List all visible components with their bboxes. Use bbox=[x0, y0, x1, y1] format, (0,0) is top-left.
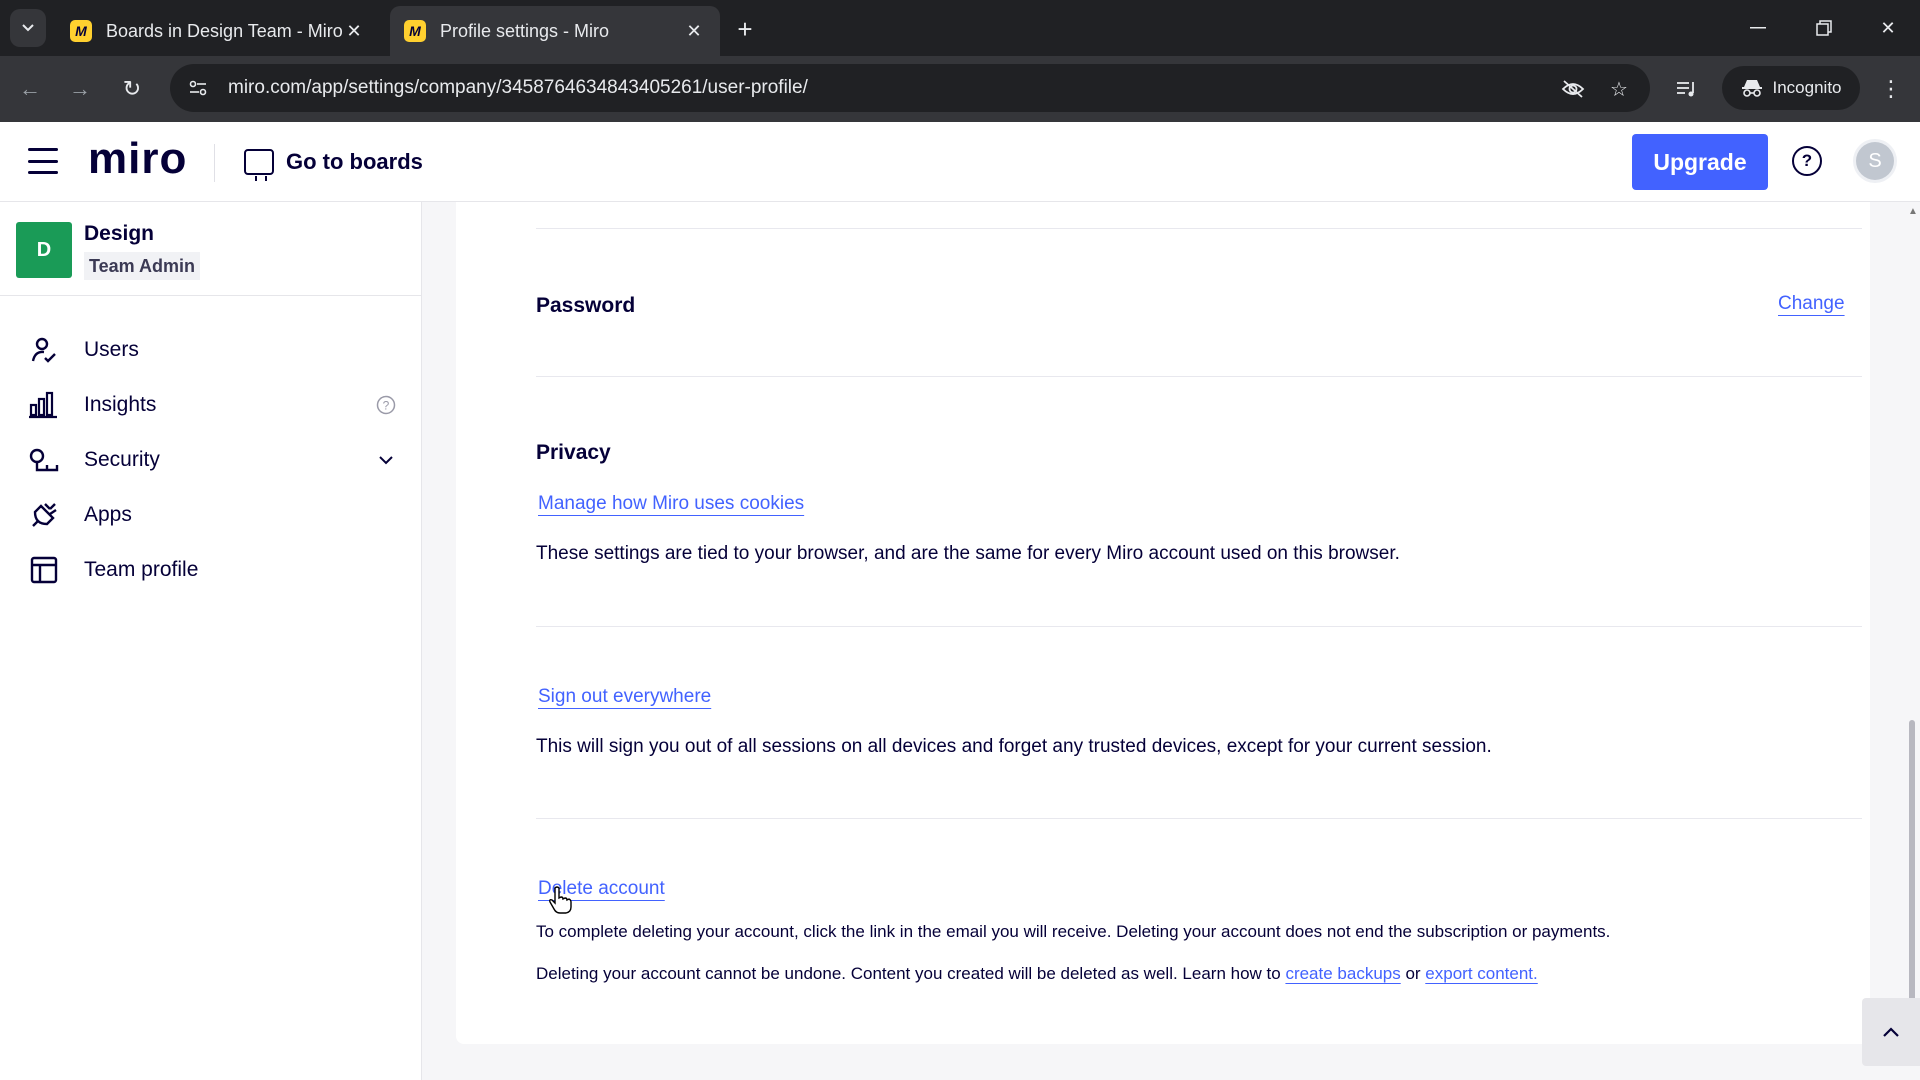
info-icon[interactable]: ? bbox=[374, 393, 398, 417]
profile-settings-card: Password Change Privacy Manage how Miro … bbox=[456, 202, 1870, 1044]
chevron-up-icon bbox=[1883, 1027, 1899, 1037]
media-control-icon[interactable] bbox=[1672, 74, 1702, 104]
sidebar-item-label: Users bbox=[84, 338, 139, 361]
new-tab-button[interactable]: + bbox=[730, 14, 760, 44]
back-arrow-icon[interactable]: ← bbox=[12, 71, 48, 107]
miro-favicon-icon: M bbox=[404, 20, 426, 42]
or-text: or bbox=[1400, 964, 1426, 983]
sidebar-item-apps[interactable]: Apps bbox=[0, 487, 421, 543]
close-window-icon[interactable]: ✕ bbox=[1868, 10, 1908, 46]
sidebar-item-users[interactable]: Users bbox=[0, 322, 421, 378]
delete-description: To complete deleting your account, click… bbox=[536, 922, 1611, 941]
tab-search-button[interactable] bbox=[10, 9, 46, 47]
team-avatar: D bbox=[16, 222, 72, 278]
team-name: Design bbox=[84, 222, 155, 245]
app-header: miro Go to boards Upgrade ? S bbox=[0, 122, 1920, 202]
divider bbox=[536, 228, 1862, 229]
team-role-badge: Team Admin bbox=[84, 252, 201, 280]
incognito-icon bbox=[1741, 80, 1762, 97]
tab-title: Profile settings - Miro bbox=[440, 20, 610, 41]
browser-tab-profile-settings[interactable]: M Profile settings - Miro ✕ bbox=[390, 6, 720, 56]
delete-account-link[interactable]: Delete account bbox=[538, 878, 665, 900]
browser-tab-boards[interactable]: M Boards in Design Team - Miro ✕ bbox=[56, 6, 380, 56]
bar-chart-icon bbox=[28, 389, 60, 421]
header-divider bbox=[214, 144, 215, 182]
divider bbox=[536, 626, 1862, 627]
go-to-boards-label: Go to boards bbox=[286, 149, 423, 174]
export-content-link[interactable]: export content. bbox=[1425, 964, 1537, 983]
avatar[interactable]: S bbox=[1856, 142, 1894, 180]
site-info-icon[interactable] bbox=[184, 74, 212, 102]
forward-arrow-icon[interactable]: → bbox=[62, 71, 98, 107]
cookies-description: These settings are tied to your browser,… bbox=[536, 543, 1400, 564]
sidebar-item-label: Security bbox=[84, 448, 160, 471]
browser-toolbar: ← → ↻ miro.com/app/settings/company/3458… bbox=[0, 56, 1920, 122]
close-tab-icon[interactable]: ✕ bbox=[342, 19, 366, 43]
more-vert-icon[interactable]: ⋮ bbox=[1876, 72, 1906, 106]
sign-out-everywhere-link[interactable]: Sign out everywhere bbox=[538, 686, 711, 708]
incognito-label: Incognito bbox=[1772, 78, 1842, 97]
divider bbox=[536, 376, 1862, 377]
password-title: Password bbox=[536, 294, 636, 317]
chevron-down-icon bbox=[22, 24, 34, 32]
change-password-link[interactable]: Change bbox=[1778, 293, 1845, 315]
reload-icon[interactable]: ↻ bbox=[114, 71, 150, 107]
plug-icon bbox=[28, 499, 60, 531]
create-backups-link[interactable]: create backups bbox=[1285, 964, 1400, 983]
go-to-boards-button[interactable]: Go to boards bbox=[244, 142, 423, 182]
minimize-icon[interactable] bbox=[1738, 10, 1778, 46]
delete-warning: Deleting your account cannot be undone. … bbox=[536, 964, 1538, 984]
browser-tab-strip: M Boards in Design Team - Miro ✕ M Profi… bbox=[0, 0, 1920, 56]
sidebar-item-label: Team profile bbox=[84, 558, 199, 581]
boards-icon bbox=[244, 149, 274, 181]
manage-cookies-link[interactable]: Manage how Miro uses cookies bbox=[538, 493, 804, 515]
tab-title: Boards in Design Team - Miro bbox=[106, 20, 342, 41]
sidebar-item-label: Insights bbox=[84, 393, 157, 416]
svg-text:?: ? bbox=[383, 399, 390, 413]
main-content: Password Change Privacy Manage how Miro … bbox=[422, 202, 1920, 1080]
upgrade-button[interactable]: Upgrade bbox=[1632, 134, 1768, 190]
chevron-down-icon[interactable] bbox=[374, 448, 398, 472]
sidebar-item-insights[interactable]: Insights ? bbox=[0, 377, 421, 433]
address-bar[interactable]: miro.com/app/settings/company/3458764634… bbox=[170, 64, 1650, 112]
sidebar-item-security[interactable]: Security bbox=[0, 432, 421, 488]
miro-favicon-icon: M bbox=[70, 20, 92, 42]
sidebar-item-label: Apps bbox=[84, 503, 132, 526]
back-to-top-button[interactable] bbox=[1862, 998, 1920, 1066]
help-icon[interactable]: ? bbox=[1792, 146, 1822, 176]
privacy-title: Privacy bbox=[536, 441, 611, 464]
menu-icon[interactable] bbox=[28, 148, 58, 174]
divider bbox=[536, 818, 1862, 819]
star-icon[interactable]: ☆ bbox=[1604, 74, 1634, 104]
restore-icon[interactable] bbox=[1804, 10, 1844, 46]
incognito-indicator[interactable]: Incognito bbox=[1722, 66, 1860, 110]
layout-icon bbox=[28, 554, 60, 586]
sign-out-description: This will sign you out of all sessions o… bbox=[536, 736, 1492, 757]
key-icon bbox=[28, 444, 60, 476]
scrollbar-thumb[interactable] bbox=[1909, 720, 1915, 1020]
close-tab-icon[interactable]: ✕ bbox=[682, 19, 706, 43]
url-text[interactable]: miro.com/app/settings/company/3458764634… bbox=[228, 77, 1650, 99]
scroll-up-icon[interactable]: ▲ bbox=[1906, 205, 1920, 217]
eye-off-icon[interactable] bbox=[1558, 74, 1588, 104]
settings-sidebar: D Design Team Admin Users Insights ? Sec… bbox=[0, 202, 422, 1080]
team-switcher[interactable]: D Design Team Admin bbox=[0, 202, 421, 296]
user-icon bbox=[28, 334, 60, 366]
miro-logo[interactable]: miro bbox=[88, 134, 187, 184]
delete-warning-text: Deleting your account cannot be undone. … bbox=[536, 964, 1286, 983]
sidebar-item-team-profile[interactable]: Team profile bbox=[0, 542, 421, 598]
